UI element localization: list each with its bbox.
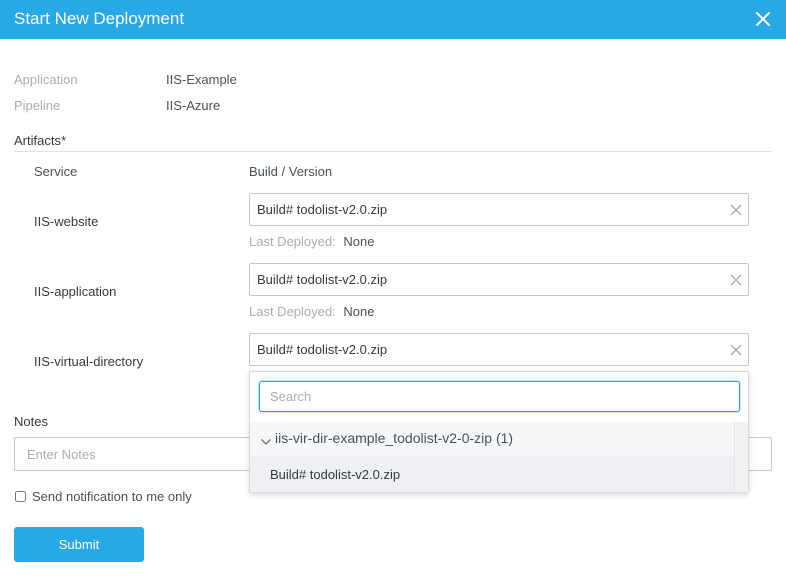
clear-icon[interactable] [729, 343, 743, 357]
pipeline-value: IIS-Azure [166, 98, 221, 113]
dialog-title: Start New Deployment [14, 9, 185, 28]
notify-checkbox[interactable] [15, 491, 26, 502]
application-label: Application [14, 72, 78, 87]
clear-icon[interactable] [729, 203, 743, 217]
build-column-header: Build / Version [249, 164, 333, 179]
build-select-iis-application[interactable]: Build# todolist-v2.0.zip [249, 263, 749, 296]
service-name-iis-website: IIS-website [34, 214, 99, 229]
dropdown-scrollbar[interactable] [734, 422, 748, 492]
dropdown-group-label: iis-vir-dir-example_todolist-v2-0-zip (1… [275, 430, 514, 446]
service-column-header: Service [34, 164, 78, 179]
dialog-header: Start New Deployment [0, 0, 786, 39]
chevron-down-icon [260, 434, 272, 445]
notify-row[interactable]: Send notification to me only [14, 489, 192, 505]
last-deployed-value: None [343, 234, 375, 249]
build-select-value: Build# todolist-v2.0.zip [257, 202, 388, 217]
service-name-iis-application: IIS-application [34, 284, 117, 299]
last-deployed-label: Last Deployed: [249, 234, 336, 249]
last-deployed-value: None [343, 304, 375, 319]
notes-label: Notes [14, 414, 48, 429]
last-deployed-iis-application: Last Deployed: None [249, 304, 374, 319]
notify-label: Send notification to me only [32, 489, 192, 504]
dropdown-option-label: Build# todolist-v2.0.zip [270, 467, 401, 482]
build-dropdown-menu: iis-vir-dir-example_todolist-v2-0-zip (1… [249, 371, 749, 493]
build-select-iis-website[interactable]: Build# todolist-v2.0.zip [249, 193, 749, 226]
dropdown-group-header[interactable]: iis-vir-dir-example_todolist-v2-0-zip (1… [250, 422, 735, 456]
build-select-value: Build# todolist-v2.0.zip [257, 342, 388, 357]
close-icon[interactable] [752, 8, 774, 30]
artifacts-title: Artifacts* [14, 133, 67, 148]
service-name-iis-virtual-directory: IIS-virtual-directory [34, 354, 144, 369]
last-deployed-iis-website: Last Deployed: None [249, 234, 374, 249]
application-value: IIS-Example [166, 72, 237, 87]
dropdown-option[interactable]: Build# todolist-v2.0.zip [250, 456, 735, 492]
clear-icon[interactable] [729, 273, 743, 287]
submit-button[interactable]: Submit [14, 527, 144, 562]
last-deployed-label: Last Deployed: [249, 304, 336, 319]
section-divider [14, 151, 772, 152]
build-select-value: Build# todolist-v2.0.zip [257, 272, 388, 287]
build-select-iis-virtual-directory[interactable]: Build# todolist-v2.0.zip [249, 333, 749, 366]
pipeline-label: Pipeline [14, 98, 61, 113]
dropdown-search-input[interactable] [259, 381, 740, 412]
